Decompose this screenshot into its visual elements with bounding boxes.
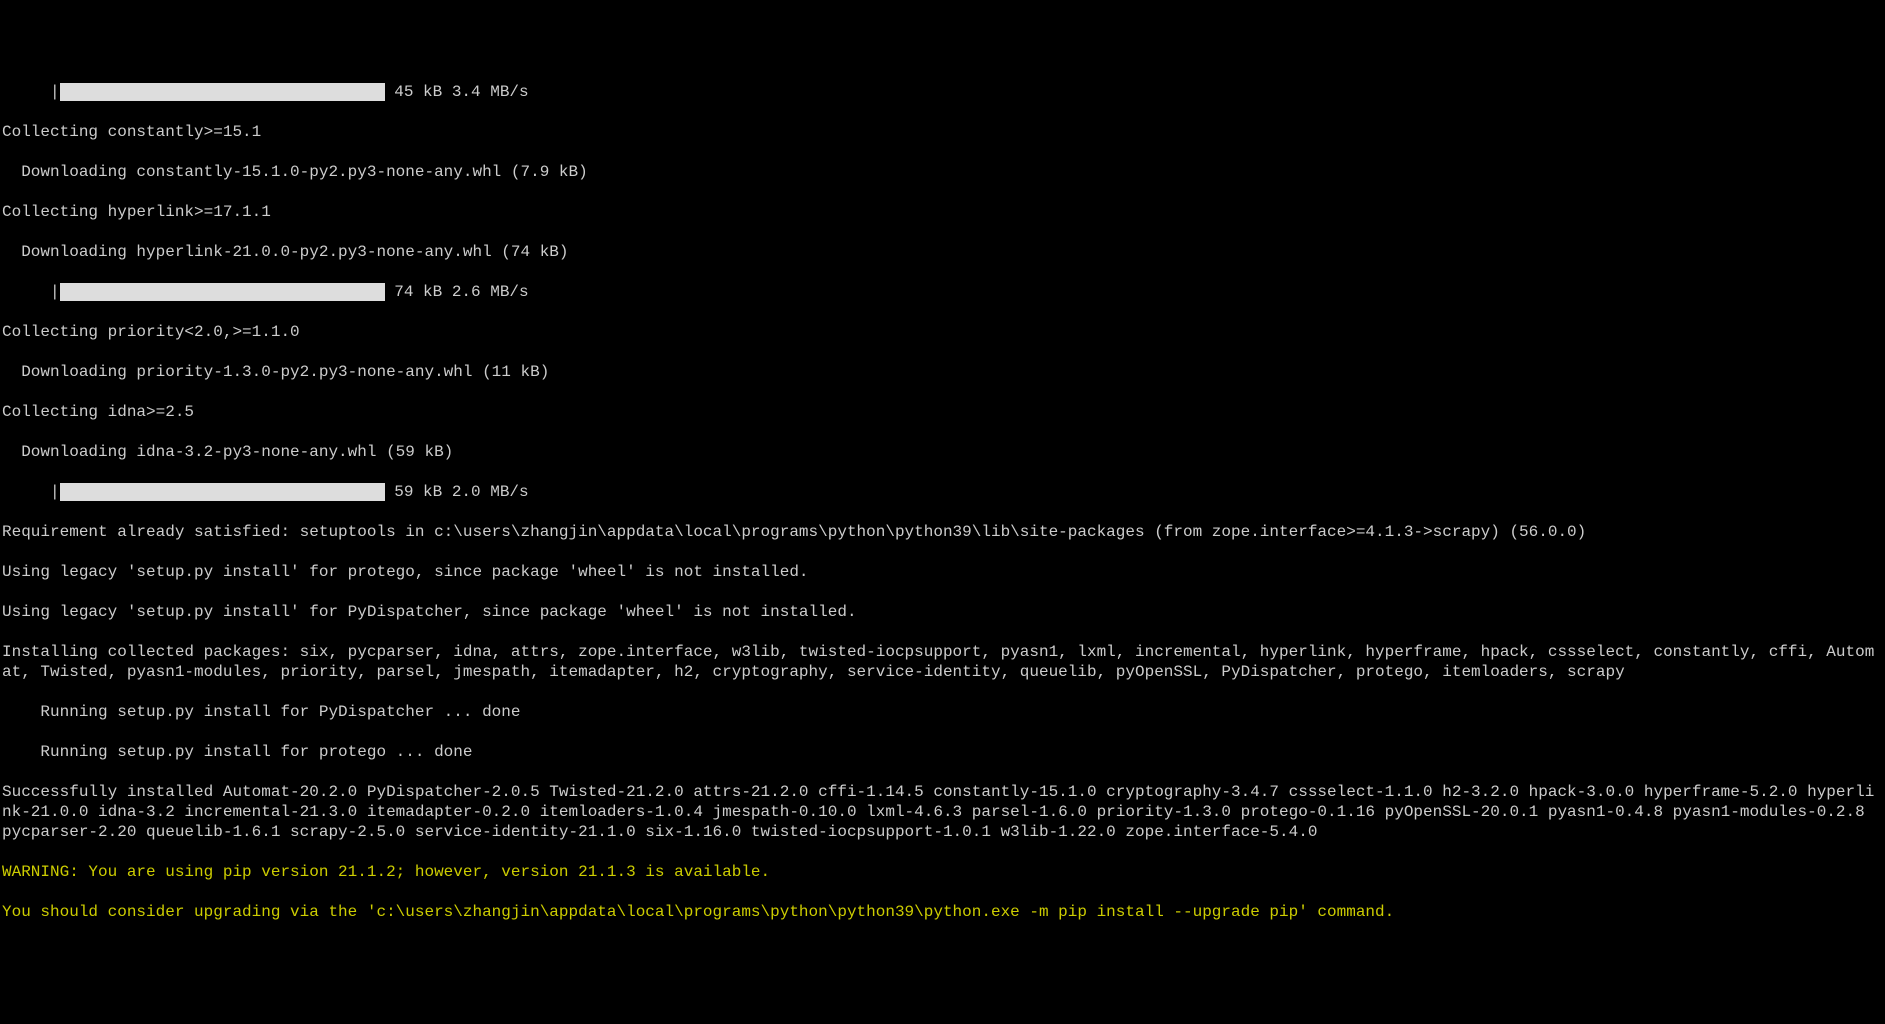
progress-bar (60, 83, 385, 101)
progress-bar (60, 483, 385, 501)
terminal-output-line: Using legacy 'setup.py install' for PyDi… (2, 602, 1883, 622)
progress-speed-text: 59 kB 2.0 MB/s (385, 482, 529, 502)
terminal-output-line: Downloading idna-3.2-py3-none-any.whl (5… (2, 442, 1883, 462)
terminal-output-line: Collecting constantly>=15.1 (2, 122, 1883, 142)
progress-bar (60, 283, 385, 301)
terminal-output-line: Running setup.py install for PyDispatche… (2, 702, 1883, 722)
progress-indent: | (2, 482, 60, 502)
progress-bar-line: | 74 kB 2.6 MB/s (2, 282, 1883, 302)
terminal-output-line: Collecting hyperlink>=17.1.1 (2, 202, 1883, 222)
terminal-output-line: Downloading constantly-15.1.0-py2.py3-no… (2, 162, 1883, 182)
progress-speed-text: 45 kB 3.4 MB/s (385, 82, 529, 102)
terminal-output-line: Downloading hyperlink-21.0.0-py2.py3-non… (2, 242, 1883, 262)
terminal-output-line: Running setup.py install for protego ...… (2, 742, 1883, 762)
terminal-output-line: Using legacy 'setup.py install' for prot… (2, 562, 1883, 582)
terminal-output-line: Collecting idna>=2.5 (2, 402, 1883, 422)
terminal-output-line: Successfully installed Automat-20.2.0 Py… (2, 782, 1883, 842)
progress-bar-line: | 45 kB 3.4 MB/s (2, 82, 1883, 102)
terminal-output-line: Collecting priority<2.0,>=1.1.0 (2, 322, 1883, 342)
warning-line: WARNING: You are using pip version 21.1.… (2, 862, 1883, 882)
terminal-output-line: Installing collected packages: six, pycp… (2, 642, 1883, 682)
terminal-output-line: Downloading priority-1.3.0-py2.py3-none-… (2, 362, 1883, 382)
progress-speed-text: 74 kB 2.6 MB/s (385, 282, 529, 302)
progress-indent: | (2, 82, 60, 102)
progress-indent: | (2, 282, 60, 302)
terminal-output-line: Requirement already satisfied: setuptool… (2, 522, 1883, 542)
warning-line: You should consider upgrading via the 'c… (2, 902, 1883, 922)
progress-bar-line: | 59 kB 2.0 MB/s (2, 482, 1883, 502)
